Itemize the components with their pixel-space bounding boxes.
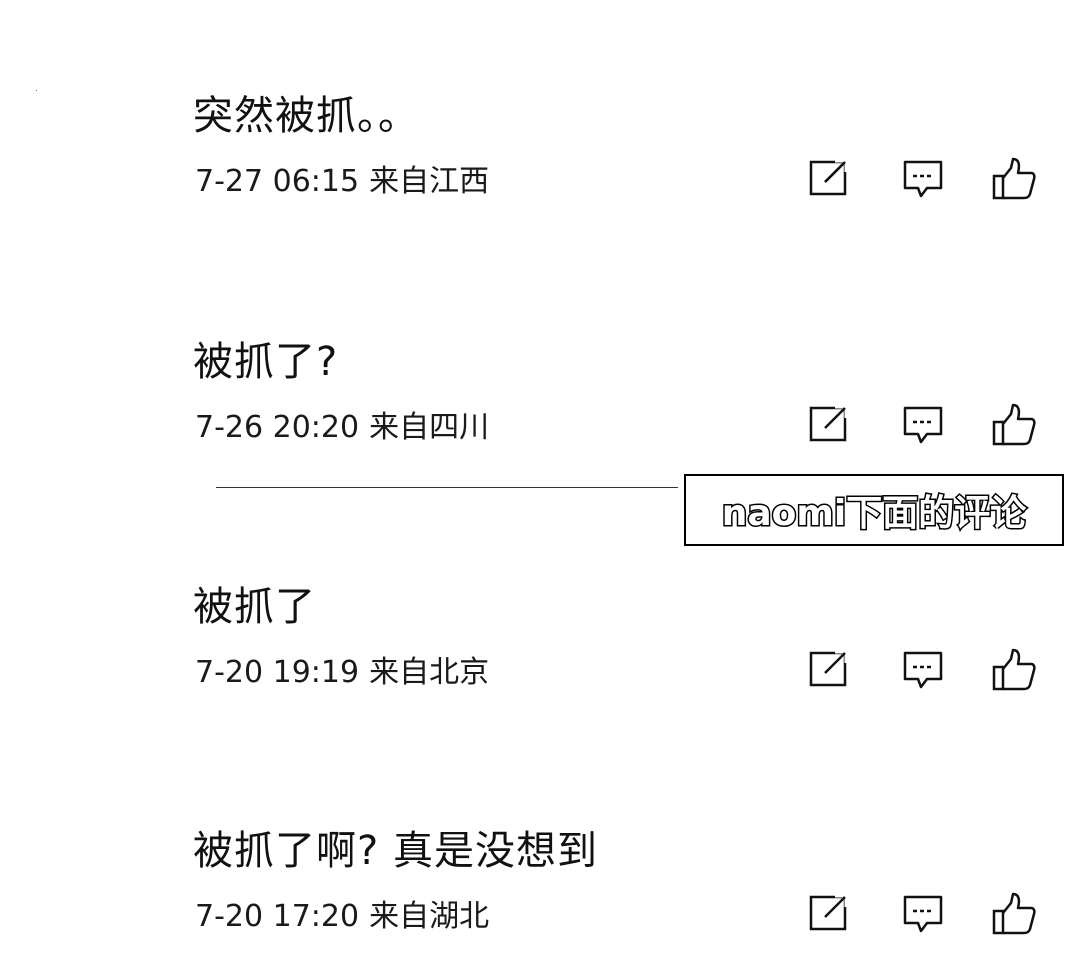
comment-meta: 7-26 20:20 来自四川 — [195, 408, 489, 448]
caption-text: naomi下面的评论 — [720, 492, 1028, 536]
comment-item: 被抓了? 7-26 20:20 来自四川 — [193, 336, 1053, 446]
thumbs-up-icon[interactable] — [991, 156, 1037, 202]
comment-date: 7-20 17:20 — [195, 899, 360, 934]
comment-text: 突然被抓。。 — [193, 93, 419, 139]
comment-meta: 7-20 17:20 来自湖北 — [195, 897, 489, 937]
comment-location: 来自江西 — [369, 164, 490, 199]
share-edit-icon[interactable] — [807, 402, 853, 448]
speck — [36, 90, 37, 91]
caption-overlay: naomi下面的评论 — [684, 474, 1064, 546]
comment-date: 7-27 06:15 — [195, 164, 360, 199]
comment-item: 突然被抓。。 7-27 06:15 来自江西 — [193, 90, 1053, 200]
comment-location: 来自北京 — [369, 655, 490, 690]
comment-meta: 7-27 06:15 来自江西 — [195, 162, 489, 202]
share-edit-icon[interactable] — [807, 156, 853, 202]
comment-icon[interactable] — [901, 156, 947, 202]
thumbs-up-icon[interactable] — [991, 647, 1037, 693]
comment-icon[interactable] — [901, 402, 947, 448]
thumbs-up-icon[interactable] — [991, 891, 1037, 937]
thumbs-up-icon[interactable] — [991, 402, 1037, 448]
comment-location: 来自湖北 — [369, 899, 490, 934]
comment-item: 被抓了 7-20 19:19 来自北京 — [193, 581, 1053, 691]
comment-text: 被抓了啊? 真是没想到 — [193, 828, 598, 874]
comment-icon[interactable] — [901, 647, 947, 693]
share-edit-icon[interactable] — [807, 647, 853, 693]
divider — [216, 487, 678, 488]
comment-meta: 7-20 19:19 来自北京 — [195, 653, 489, 693]
comment-location: 来自四川 — [369, 410, 490, 445]
comment-text: 被抓了? — [193, 339, 339, 385]
comment-icon[interactable] — [901, 891, 947, 937]
comment-date: 7-26 20:20 — [195, 410, 360, 445]
share-edit-icon[interactable] — [807, 891, 853, 937]
comment-item: 被抓了啊? 真是没想到 7-20 17:20 来自湖北 — [193, 825, 1053, 935]
comment-date: 7-20 19:19 — [195, 655, 360, 690]
comment-text: 被抓了 — [193, 584, 316, 630]
